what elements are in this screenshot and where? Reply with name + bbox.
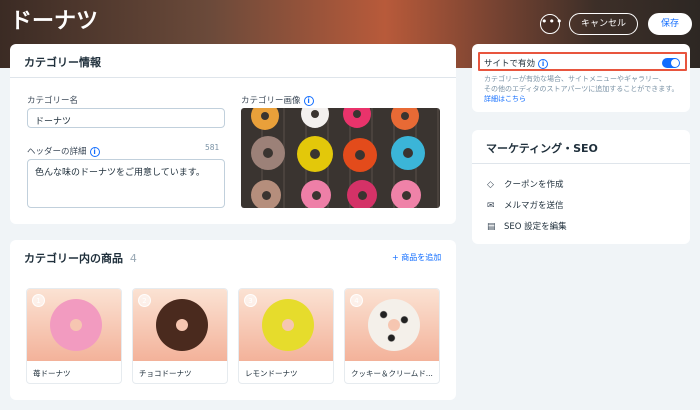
category-info-title: カテゴリー情報 bbox=[24, 56, 101, 69]
product-name: チョコドーナツ bbox=[139, 369, 192, 378]
page-title: ドーナツ bbox=[10, 9, 99, 34]
more-actions-button[interactable]: ••• bbox=[540, 14, 562, 34]
header-details-textarea[interactable]: 色んな味のドーナツをご用意しています。 bbox=[27, 159, 225, 208]
cancel-button[interactable]: キャンセル bbox=[569, 13, 638, 35]
product-card[interactable]: 1 苺ドーナツ bbox=[26, 288, 122, 384]
donut-image bbox=[301, 180, 331, 208]
donut-image bbox=[297, 136, 333, 172]
info-icon[interactable]: i bbox=[89, 146, 100, 157]
save-button[interactable]: 保存 bbox=[648, 13, 692, 35]
header-details-label: ヘッダーの詳細 i bbox=[27, 145, 100, 157]
donut-image bbox=[347, 180, 377, 208]
product-image: 2 bbox=[133, 289, 227, 361]
category-image-label: カテゴリー画像 i bbox=[241, 94, 314, 106]
donut-image bbox=[251, 136, 285, 170]
send-newsletter-link[interactable]: ✉ メルマガを送信 bbox=[487, 199, 564, 211]
donut-image bbox=[391, 108, 419, 130]
info-icon[interactable]: i bbox=[303, 95, 314, 106]
product-image: 3 bbox=[239, 289, 333, 361]
product-card[interactable]: 2 チョコドーナツ bbox=[132, 288, 228, 384]
product-card[interactable]: 3 レモンドーナツ bbox=[238, 288, 334, 384]
edit-seo-link[interactable]: ▤ SEO 設定を編集 bbox=[487, 220, 567, 232]
info-icon[interactable]: i bbox=[538, 58, 549, 69]
product-name: 苺ドーナツ bbox=[33, 369, 71, 378]
product-number: 2 bbox=[138, 294, 151, 307]
product-number: 1 bbox=[32, 294, 45, 307]
donut-image bbox=[251, 180, 281, 208]
donut-image bbox=[368, 299, 420, 351]
donut-image bbox=[262, 299, 314, 351]
visibility-toggle[interactable] bbox=[662, 58, 680, 68]
product-image: 1 bbox=[27, 289, 121, 361]
donut-image bbox=[391, 180, 421, 208]
donut-image bbox=[301, 108, 329, 128]
category-image[interactable] bbox=[241, 108, 440, 208]
divider bbox=[472, 163, 690, 164]
category-name-label: カテゴリー名 bbox=[27, 96, 79, 106]
toggle-knob bbox=[671, 59, 679, 67]
donut-image bbox=[343, 138, 377, 172]
coupon-icon: ◇ bbox=[487, 180, 494, 190]
product-name: レモンドーナツ bbox=[245, 369, 298, 378]
product-number: 4 bbox=[350, 294, 363, 307]
create-coupon-link[interactable]: ◇ クーポンを作成 bbox=[487, 178, 564, 190]
product-card[interactable]: 4 クッキー＆クリームド... bbox=[344, 288, 440, 384]
visibility-label: サイトで有効 i bbox=[484, 57, 549, 69]
products-count: 4 bbox=[129, 252, 137, 265]
category-name-input[interactable]: ドーナツ bbox=[27, 108, 225, 128]
donut-image bbox=[251, 108, 279, 130]
product-image: 4 bbox=[345, 289, 439, 361]
seo-icon: ▤ bbox=[487, 222, 496, 232]
donut-image bbox=[156, 299, 208, 351]
marketing-title: マーケティング・SEO bbox=[486, 142, 598, 155]
add-product-link[interactable]: + 商品を追加 bbox=[392, 252, 441, 263]
product-number: 3 bbox=[244, 294, 257, 307]
products-title: カテゴリー内の商品 4 bbox=[24, 252, 137, 265]
donut-image bbox=[343, 108, 371, 128]
product-name: クッキー＆クリームド... bbox=[351, 369, 433, 378]
visibility-description: カテゴリーが有効な場合、サイトメニューやギャラリー、 その他のエディタのストアパ… bbox=[484, 75, 679, 103]
donut-image bbox=[50, 299, 102, 351]
char-count: 581 bbox=[205, 143, 220, 152]
learn-more-link[interactable]: 詳細はこちら bbox=[484, 95, 526, 103]
divider bbox=[10, 77, 456, 78]
mail-icon: ✉ bbox=[487, 201, 495, 211]
donut-image bbox=[391, 136, 425, 170]
